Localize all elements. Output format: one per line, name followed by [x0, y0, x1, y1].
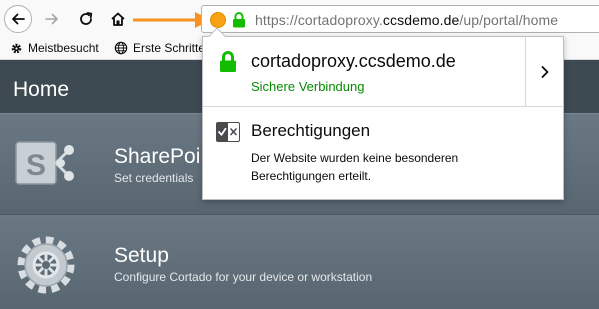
url-domain: ccsdemo.de — [382, 12, 460, 28]
url-path: /up/portal/home — [459, 12, 559, 28]
permissions-icon — [216, 122, 240, 142]
bookmark-label: Erste Schritte — [133, 41, 206, 55]
cog-icon — [17, 236, 75, 294]
reload-button[interactable] — [72, 5, 100, 33]
connection-status: Sichere Verbindung — [251, 79, 365, 94]
lock-icon[interactable] — [232, 12, 246, 28]
home-icon — [111, 12, 125, 26]
arrow-left-icon — [12, 13, 25, 25]
arrow-right-icon — [45, 13, 58, 25]
permissions-description: Der Website wurden keine besonderen Bere… — [251, 151, 459, 183]
permissions-title: Berechtigungen — [251, 121, 371, 140]
svg-text:S: S — [26, 149, 46, 182]
lock-icon — [220, 51, 236, 72]
connection-section: cortadoproxy.ccsdemo.de Sichere Verbindu… — [203, 37, 563, 107]
bookmark-meistbesucht[interactable]: Meistbesucht — [10, 41, 99, 55]
globe-icon — [114, 41, 128, 55]
bookmark-erste-schritte[interactable]: Erste Schritte — [114, 41, 205, 55]
tile-title: SharePoi — [114, 145, 201, 168]
url-prefix: https://cortadoproxy. — [255, 12, 383, 28]
tile-description: Set credentials — [114, 171, 194, 185]
forward-button[interactable] — [38, 5, 66, 33]
address-bar[interactable]: https://cortadoproxy.ccsdemo.de/up/porta… — [201, 5, 599, 33]
sharepoint-icon: S — [15, 141, 74, 185]
browser-window: https://cortadoproxy.ccsdemo.de/up/porta… — [0, 0, 599, 309]
reload-icon — [80, 12, 93, 25]
connection-details-button[interactable] — [525, 37, 563, 107]
home-button[interactable] — [104, 5, 132, 33]
browser-toolbar: https://cortadoproxy.ccsdemo.de/up/porta… — [0, 0, 599, 38]
site-host: cortadoproxy.ccsdemo.de — [251, 51, 456, 71]
page-title: Home — [13, 78, 70, 101]
back-button[interactable] — [4, 5, 32, 33]
bookmark-label: Meistbesucht — [28, 41, 99, 55]
gear-icon — [10, 42, 23, 55]
site-identity-popup: cortadoproxy.ccsdemo.de Sichere Verbindu… — [202, 27, 564, 200]
url-text[interactable]: https://cortadoproxy.ccsdemo.de/up/porta… — [255, 12, 558, 28]
chevron-right-icon — [541, 66, 548, 78]
tile-title: Setup — [114, 244, 169, 267]
site-info-button[interactable] — [211, 13, 225, 27]
tile-description: Configure Cortado for your device or wor… — [114, 270, 373, 284]
setup-tile[interactable]: Setup Configure Cortado for your device … — [0, 214, 599, 309]
